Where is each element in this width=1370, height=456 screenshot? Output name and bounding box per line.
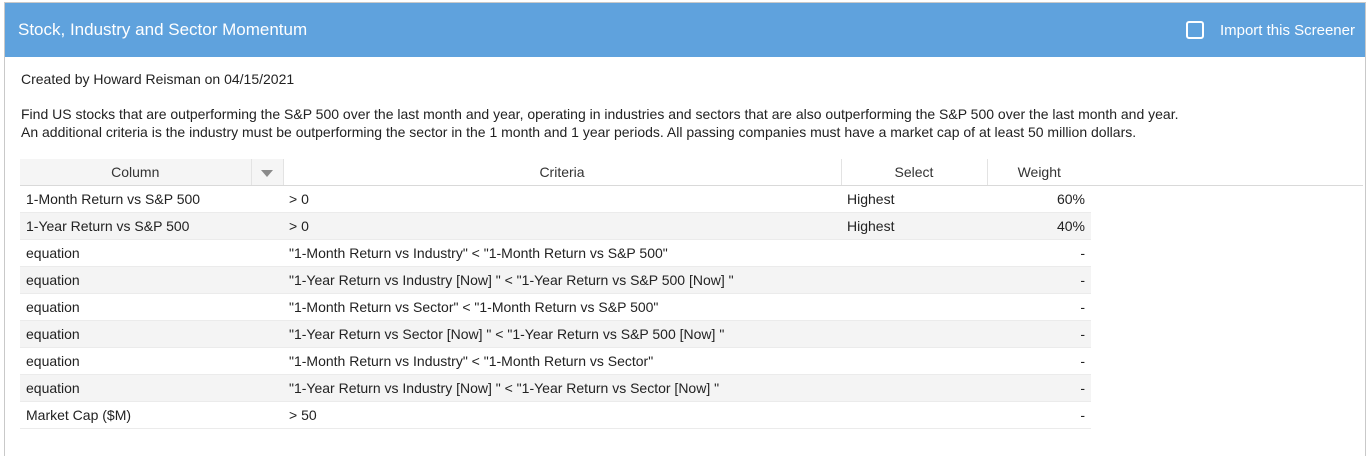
row-filler (1091, 347, 1363, 374)
table-row: equation "1-Month Return vs Industry" < "… (20, 239, 1363, 267)
description-line-1: Find US stocks that are outperforming th… (21, 106, 1179, 122)
row-select-cell (841, 239, 987, 267)
screener-panel: Stock, Industry and Sector Momentum Impo… (4, 2, 1366, 456)
import-screener-toggle[interactable]: Import this Screener (1185, 21, 1355, 39)
criteria-table: Column Criteria Select Weight 1-Month Re… (20, 159, 1363, 429)
column-sort-button[interactable] (251, 159, 284, 186)
row-criteria-cell: "1-Month Return vs Sector" < "1-Month Re… (283, 293, 841, 321)
row-column-cell: equation (20, 293, 283, 321)
criteria-table-body: 1-Month Return vs S&P 500 > 0 Highest 60% 1-… (20, 185, 1363, 429)
row-weight-cell: - (987, 401, 1091, 429)
caret-down-icon[interactable] (261, 169, 273, 177)
row-filler (1091, 401, 1363, 428)
table-row: 1-Year Return vs S&P 500 > 0 Highest 40% (20, 212, 1363, 240)
row-select-cell (841, 374, 987, 402)
row-column-cell: equation (20, 266, 283, 294)
row-weight-cell: - (987, 293, 1091, 321)
table-row: equation "1-Month Return vs Sector" < "1-… (20, 293, 1363, 321)
row-filler (1091, 185, 1363, 212)
row-filler (1091, 374, 1363, 401)
column-header[interactable]: Column (20, 159, 252, 186)
created-by-text: Created by Howard Reisman on 04/15/2021 (21, 71, 295, 87)
table-row: equation "1-Year Return vs Industry [Now]… (20, 374, 1363, 402)
row-select-cell (841, 320, 987, 348)
row-criteria-cell: "1-Year Return vs Sector [Now] " < "1-Ye… (283, 320, 841, 348)
import-checkbox[interactable] (1185, 21, 1204, 39)
row-weight-cell: - (987, 374, 1091, 402)
row-select-cell (841, 401, 987, 429)
row-select-cell (841, 293, 987, 321)
row-criteria-cell: > 50 (283, 401, 841, 429)
header-filler (1091, 159, 1363, 186)
select-header[interactable]: Select (841, 159, 988, 186)
row-weight-cell: 60% (987, 185, 1091, 213)
row-column-cell: equation (20, 347, 283, 375)
description-line-2: An additional criteria is the industry m… (21, 124, 1137, 140)
row-column-cell: 1-Month Return vs S&P 500 (20, 185, 283, 213)
row-criteria-cell: "1-Month Return vs Industry" < "1-Month … (283, 239, 841, 267)
table-row: Market Cap ($M) > 50 - (20, 401, 1363, 429)
weight-header[interactable]: Weight (987, 159, 1091, 186)
row-weight-cell: - (987, 320, 1091, 348)
table-row: 1-Month Return vs S&P 500 > 0 Highest 60% (20, 185, 1363, 213)
row-select-cell (841, 266, 987, 294)
row-criteria-cell: > 0 (283, 185, 841, 213)
row-filler (1091, 266, 1363, 293)
row-weight-cell: - (987, 239, 1091, 267)
row-select-cell (841, 347, 987, 375)
row-filler (1091, 239, 1363, 266)
panel-header: Stock, Industry and Sector Momentum Impo… (5, 3, 1365, 57)
table-row: equation "1-Year Return vs Industry [Now]… (20, 266, 1363, 294)
row-select-cell: Highest (841, 185, 987, 213)
row-criteria-cell: "1-Year Return vs Industry [Now] " < "1-… (283, 374, 841, 402)
row-select-cell: Highest (841, 212, 987, 240)
row-column-cell: equation (20, 239, 283, 267)
row-column-cell: equation (20, 320, 283, 348)
row-filler (1091, 293, 1363, 320)
row-weight-cell: - (987, 347, 1091, 375)
row-criteria-cell: "1-Year Return vs Industry [Now] " < "1-… (283, 266, 841, 294)
panel-content: Created by Howard Reisman on 04/15/2021 … (5, 57, 1365, 429)
row-filler (1091, 212, 1363, 239)
table-row: equation "1-Month Return vs Industry" < "… (20, 347, 1363, 375)
row-weight-cell: - (987, 266, 1091, 294)
row-weight-cell: 40% (987, 212, 1091, 240)
table-header-row: Column Criteria Select Weight (20, 159, 1363, 186)
table-row: equation "1-Year Return vs Sector [Now] "… (20, 320, 1363, 348)
row-column-cell: equation (20, 374, 283, 402)
row-column-cell: Market Cap ($M) (20, 401, 283, 429)
screener-description: Find US stocks that are outperforming th… (21, 105, 1366, 141)
row-filler (1091, 320, 1363, 347)
criteria-header[interactable]: Criteria (283, 159, 842, 186)
import-label[interactable]: Import this Screener (1220, 22, 1355, 39)
row-criteria-cell: "1-Month Return vs Industry" < "1-Month … (283, 347, 841, 375)
row-criteria-cell: > 0 (283, 212, 841, 240)
screener-title: Stock, Industry and Sector Momentum (18, 20, 308, 39)
row-column-cell: 1-Year Return vs S&P 500 (20, 212, 283, 240)
